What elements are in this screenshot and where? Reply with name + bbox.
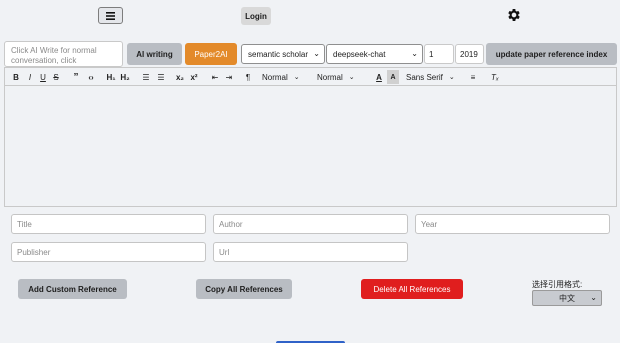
chevron-down-icon: ⌄ [411, 49, 418, 58]
gear-icon[interactable] [506, 7, 522, 23]
outdent-button[interactable]: ⇤ [209, 70, 221, 84]
update-index-button[interactable]: update paper reference index [486, 43, 617, 65]
background-color-button[interactable]: A [387, 70, 399, 84]
composer-row: Click AI Write for normal conversation, … [0, 41, 620, 67]
chevron-down-icon: ⌄ [313, 49, 320, 58]
chevron-down-icon: ⌄ [448, 74, 455, 81]
chevron-down-icon: ⌄ [590, 293, 597, 302]
ai-writing-button[interactable]: AI writing [127, 43, 182, 65]
bold-button[interactable]: B [11, 70, 21, 84]
source-select[interactable]: semantic scholar ⌄ [241, 44, 325, 64]
blockquote-button[interactable]: ” [71, 70, 81, 84]
header-select[interactable]: Normal ⌄ [317, 70, 363, 84]
add-reference-button[interactable]: Add Custom Reference [18, 279, 127, 299]
hamburger-menu-icon [106, 11, 115, 20]
font-select-value: Sans Serif [406, 72, 443, 82]
title-field[interactable]: Title [11, 214, 206, 234]
cite-format-select[interactable]: 中文 ⌄ [532, 290, 602, 306]
ordered-list-button[interactable]: ☰ [140, 70, 152, 84]
publisher-field[interactable]: Publisher [11, 242, 206, 262]
font-select[interactable]: Sans Serif ⌄ [406, 70, 458, 84]
superscript-button[interactable]: x² [188, 70, 200, 84]
header-select-value: Normal [317, 72, 343, 82]
source-select-value: semantic scholar [248, 49, 309, 59]
chevron-down-icon: ⌄ [293, 74, 300, 81]
login-button[interactable]: Login [241, 7, 271, 25]
bullet-list-button[interactable]: ☰ [155, 70, 167, 84]
copy-references-button[interactable]: Copy All References [196, 279, 292, 299]
code-block-button[interactable]: ‹› [85, 70, 97, 84]
strike-button[interactable]: S [51, 70, 61, 84]
editor-toolbar: B I U S ” ‹› H₁ H₂ ☰ ☰ x₂ x² ⇤ ⇥ ¶ Norma… [4, 67, 617, 86]
top-bar: Login [0, 0, 620, 32]
underline-button[interactable]: U [38, 70, 48, 84]
model-select-value: deepseek-chat [333, 49, 386, 59]
editor-area[interactable] [4, 86, 617, 207]
chevron-down-icon: ⌄ [348, 74, 355, 81]
count-input[interactable]: 1 [424, 44, 454, 64]
menu-button[interactable] [98, 7, 123, 24]
delete-references-button[interactable]: Delete All References [361, 279, 463, 299]
cite-format-value: 中文 [559, 293, 575, 303]
prompt-input[interactable]: Click AI Write for normal conversation, … [4, 41, 123, 67]
header-2-button[interactable]: H₂ [119, 70, 131, 84]
year-input[interactable]: 2019 [455, 44, 484, 64]
subscript-button[interactable]: x₂ [174, 70, 186, 84]
model-select[interactable]: deepseek-chat ⌄ [326, 44, 423, 64]
text-direction-button[interactable]: ¶ [242, 70, 254, 84]
align-button[interactable]: ≡ [467, 70, 479, 84]
cite-format-label: 选择引用格式: [532, 280, 583, 289]
font-color-button[interactable]: A [373, 70, 385, 84]
italic-button[interactable]: I [25, 70, 35, 84]
indent-button[interactable]: ⇥ [223, 70, 235, 84]
author-field[interactable]: Author [213, 214, 408, 234]
url-field[interactable]: Url [213, 242, 408, 262]
size-select[interactable]: Normal ⌄ [262, 70, 302, 84]
clear-format-button[interactable]: Tₓ [489, 70, 501, 84]
year-field[interactable]: Year [415, 214, 610, 234]
paper2ai-button[interactable]: Paper2AI [185, 43, 237, 65]
size-select-value: Normal [262, 72, 288, 82]
header-1-button[interactable]: H₁ [105, 70, 117, 84]
